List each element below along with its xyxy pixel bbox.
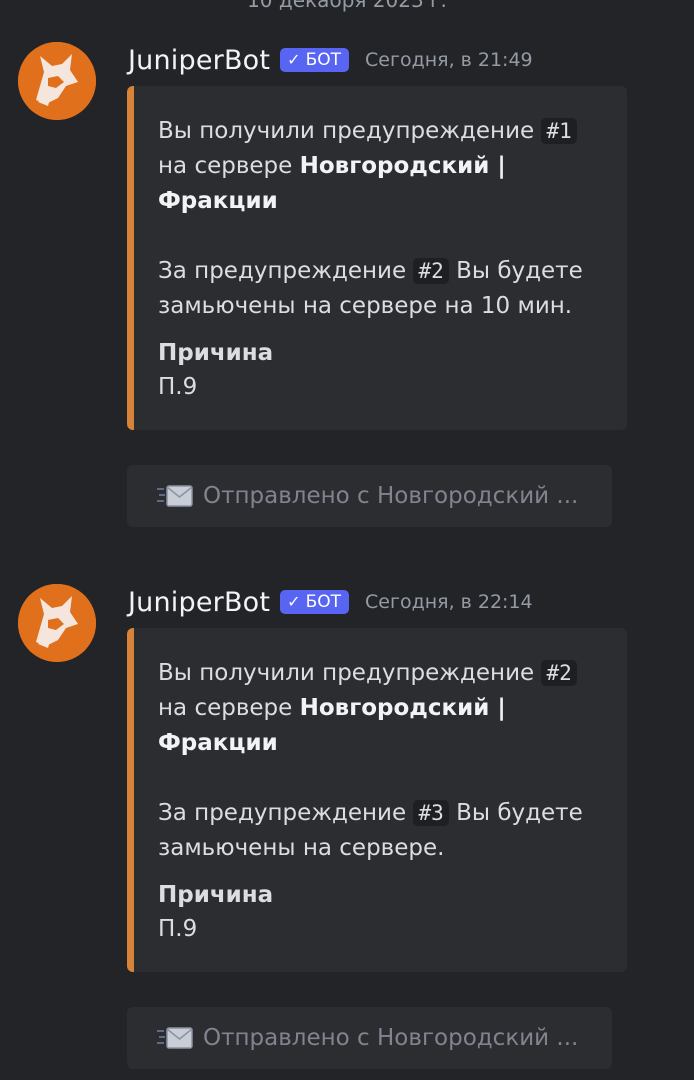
next-warning-number: #2 <box>413 258 449 284</box>
sent-from-label: Отправлено с Новгородский ... <box>203 1025 579 1051</box>
message-header: JuniperBot ✓ БОТ Сегодня, в 22:14 <box>128 584 533 620</box>
chat-view: 10 декабря 2023 г. JuniperBot ✓ БОТ Сего… <box>0 0 694 1080</box>
server-prefix: на сервере <box>158 695 293 721</box>
embed: Вы получили предупреждение #2 на сервере… <box>127 628 627 972</box>
embed: Вы получили предупреждение #1 на сервере… <box>127 86 627 430</box>
warning-intro: Вы получили предупреждение <box>158 118 535 144</box>
avatar[interactable] <box>18 584 96 662</box>
sent-from-server-button[interactable]: Отправлено с Новгородский ... <box>127 1007 612 1069</box>
server-prefix: на сервере <box>158 153 293 179</box>
username[interactable]: JuniperBot <box>128 587 270 618</box>
check-icon: ✓ <box>287 50 301 69</box>
bot-badge: ✓ БОТ <box>280 590 350 614</box>
date-divider: 10 декабря 2023 г. <box>247 0 447 12</box>
username[interactable]: JuniperBot <box>128 45 270 76</box>
fox-logo-icon <box>18 584 96 662</box>
check-icon: ✓ <box>287 592 301 611</box>
bot-badge-label: БОТ <box>305 49 342 70</box>
bot-badge: ✓ БОТ <box>280 48 350 72</box>
warning-number: #1 <box>541 118 577 144</box>
envelope-icon <box>157 1027 193 1049</box>
next-warning-prefix: За предупреждение <box>158 258 407 284</box>
field-name: Причина <box>158 882 274 908</box>
sent-from-server-button[interactable]: Отправлено с Новгородский ... <box>127 465 612 527</box>
field-value: П.9 <box>158 916 198 942</box>
embed-description: Вы получили предупреждение #1 на сервере… <box>158 114 603 324</box>
timestamp: Сегодня, в 21:49 <box>365 49 533 71</box>
field-value: П.9 <box>158 374 198 400</box>
next-warning-number: #3 <box>413 800 449 826</box>
bot-badge-label: БОТ <box>305 591 342 612</box>
timestamp: Сегодня, в 22:14 <box>365 591 533 613</box>
embed-description: Вы получили предупреждение #2 на сервере… <box>158 656 603 866</box>
message-header: JuniperBot ✓ БОТ Сегодня, в 21:49 <box>128 42 533 78</box>
next-warning-prefix: За предупреждение <box>158 800 407 826</box>
warning-number: #2 <box>541 660 577 686</box>
warning-intro: Вы получили предупреждение <box>158 660 535 686</box>
sent-from-label: Отправлено с Новгородский ... <box>203 483 579 509</box>
field-name: Причина <box>158 340 274 366</box>
fox-logo-icon <box>18 42 96 120</box>
avatar[interactable] <box>18 42 96 120</box>
envelope-icon <box>157 485 193 507</box>
